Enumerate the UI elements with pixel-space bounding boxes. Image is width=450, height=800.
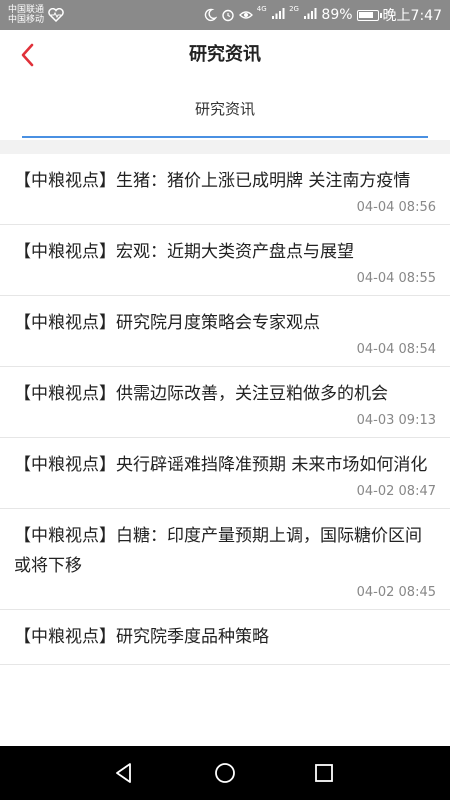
tab-bar: 研究资讯 bbox=[0, 80, 450, 140]
news-title: 【中粮视点】宏观：近期大类资产盘点与展望 bbox=[14, 242, 354, 262]
battery-fill bbox=[358, 11, 373, 18]
active-tab-indicator bbox=[22, 136, 428, 138]
battery-percent: 89% bbox=[321, 7, 353, 23]
system-nav-bar bbox=[0, 746, 450, 800]
news-time: 04-04 08:55 bbox=[356, 271, 436, 286]
battery-icon bbox=[356, 9, 382, 21]
alarm-clock-icon bbox=[222, 9, 234, 22]
status-right: 4G 2G 89% 晚上7:47 bbox=[203, 5, 442, 25]
news-title: 【中粮视点】供需边际改善，关注豆粕做多的机会 bbox=[14, 384, 388, 404]
signal-bars-icon bbox=[272, 8, 285, 19]
carrier-1: 中国联通 bbox=[8, 5, 45, 15]
signal-bars-icon bbox=[304, 8, 317, 19]
status-left: 中国联通 中国移动 bbox=[8, 5, 64, 25]
section-divider bbox=[0, 140, 450, 154]
news-time: 04-03 09:13 bbox=[356, 413, 436, 428]
recent-apps-square-icon[interactable] bbox=[311, 760, 337, 786]
moon-icon bbox=[204, 8, 217, 22]
news-item[interactable]: 【中粮视点】供需边际改善，关注豆粕做多的机会 04-03 09:13 bbox=[0, 367, 450, 438]
news-item[interactable]: 【中粮视点】研究院季度品种策略 bbox=[0, 610, 450, 665]
news-item[interactable]: 【中粮视点】生猪：猪价上涨已成明牌 关注南方疫情 04-04 08:56 bbox=[0, 154, 450, 225]
status-bar: 中国联通 中国移动 4G 2G 89% 晚上7:47 bbox=[0, 0, 450, 30]
page-title: 研究资讯 bbox=[189, 44, 261, 65]
news-item[interactable]: 【中粮视点】央行辟谣难挡降准预期 未来市场如何消化 04-02 08:47 bbox=[0, 438, 450, 509]
news-list: 【中粮视点】生猪：猪价上涨已成明牌 关注南方疫情 04-04 08:56 【中粮… bbox=[0, 154, 450, 746]
network-type-1: 4G bbox=[256, 5, 267, 13]
signal-2-group: 2G bbox=[289, 6, 317, 24]
news-title: 【中粮视点】研究院季度品种策略 bbox=[14, 627, 269, 647]
clock-time: 晚上7:47 bbox=[382, 8, 442, 24]
tab-research-news[interactable]: 研究资讯 bbox=[22, 80, 428, 140]
home-circle-icon[interactable] bbox=[212, 760, 238, 786]
news-title: 【中粮视点】生猪：猪价上涨已成明牌 关注南方疫情 bbox=[14, 171, 411, 191]
eye-icon bbox=[238, 11, 253, 19]
news-title: 【中粮视点】研究院月度策略会专家观点 bbox=[14, 313, 320, 333]
news-title: 【中粮视点】白糖：印度产量预期上调，国际糖价区间或将下移 bbox=[14, 526, 422, 576]
news-time: 04-02 08:47 bbox=[356, 484, 436, 499]
carrier-labels: 中国联通 中国移动 bbox=[8, 5, 44, 25]
news-time: 04-02 08:45 bbox=[356, 585, 436, 600]
network-type-2: 2G bbox=[289, 5, 299, 13]
health-heart-icon bbox=[48, 8, 64, 22]
back-triangle-icon[interactable] bbox=[111, 760, 137, 786]
carrier-2: 中国移动 bbox=[8, 15, 45, 25]
tab-label: 研究资讯 bbox=[194, 100, 255, 118]
news-title: 【中粮视点】央行辟谣难挡降准预期 未来市场如何消化 bbox=[14, 455, 428, 475]
news-item[interactable]: 【中粮视点】宏观：近期大类资产盘点与展望 04-04 08:55 bbox=[0, 225, 450, 296]
news-item[interactable]: 【中粮视点】白糖：印度产量预期上调，国际糖价区间或将下移 04-02 08:45 bbox=[0, 509, 450, 610]
app-header: 研究资讯 bbox=[0, 30, 450, 80]
news-item[interactable]: 【中粮视点】研究院月度策略会专家观点 04-04 08:54 bbox=[0, 296, 450, 367]
signal-1-group: 4G bbox=[257, 6, 285, 24]
news-time: 04-04 08:54 bbox=[356, 342, 436, 357]
news-time: 04-04 08:56 bbox=[356, 200, 436, 215]
